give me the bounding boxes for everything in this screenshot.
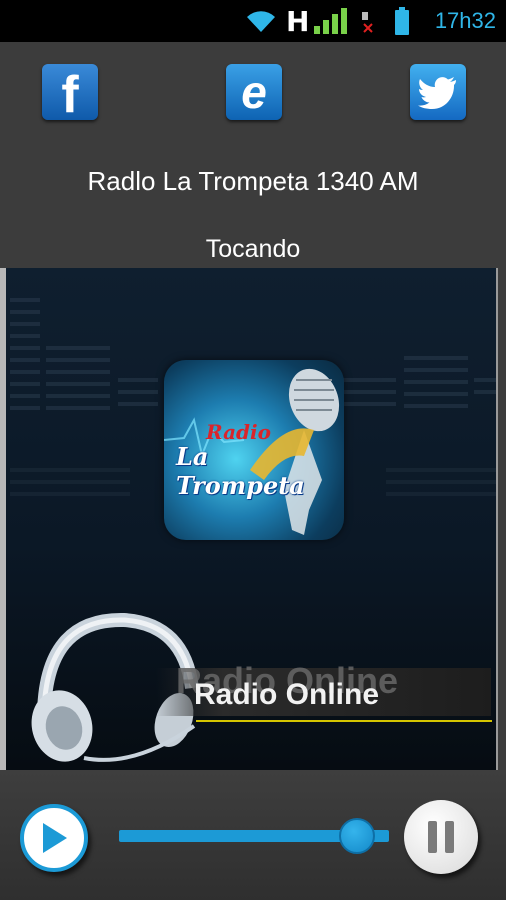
play-icon — [43, 823, 67, 853]
pause-icon — [424, 821, 458, 853]
banner-underline — [196, 720, 492, 722]
pause-button[interactable] — [404, 800, 478, 874]
station-title: Radlo La Trompeta 1340 AM — [87, 166, 419, 196]
now-playing-label: Tocando — [205, 235, 301, 263]
twitter-button[interactable] — [410, 64, 466, 120]
cover-radio-text: Radio — [206, 420, 271, 444]
radio-online-text: Radio Online — [194, 678, 380, 711]
signal-icon — [312, 0, 350, 42]
clock-time: 17h32 — [434, 8, 496, 33]
volume-slider-handle[interactable] — [338, 818, 375, 854]
play-button[interactable] — [20, 804, 88, 872]
facebook-icon: f — [61, 66, 79, 124]
battery-icon — [394, 0, 410, 42]
twitter-bird-icon — [418, 77, 456, 109]
network-type-label: H — [286, 4, 310, 38]
no-sim-icon — [360, 0, 376, 42]
cover-station-name: La Trompeta — [176, 442, 305, 500]
station-artwork-panel: Radio La Trompeta Radio Online Radio Onl… — [6, 268, 498, 770]
status-bar: H 17h32 — [0, 0, 506, 42]
station-logo-image: Radio La Trompeta — [164, 360, 344, 540]
facebook-button[interactable]: f — [42, 64, 98, 124]
wifi-icon — [244, 0, 278, 42]
panel-right-edge — [496, 268, 498, 770]
internet-explorer-button[interactable]: e — [226, 64, 282, 120]
internet-explorer-icon: e — [241, 66, 267, 118]
